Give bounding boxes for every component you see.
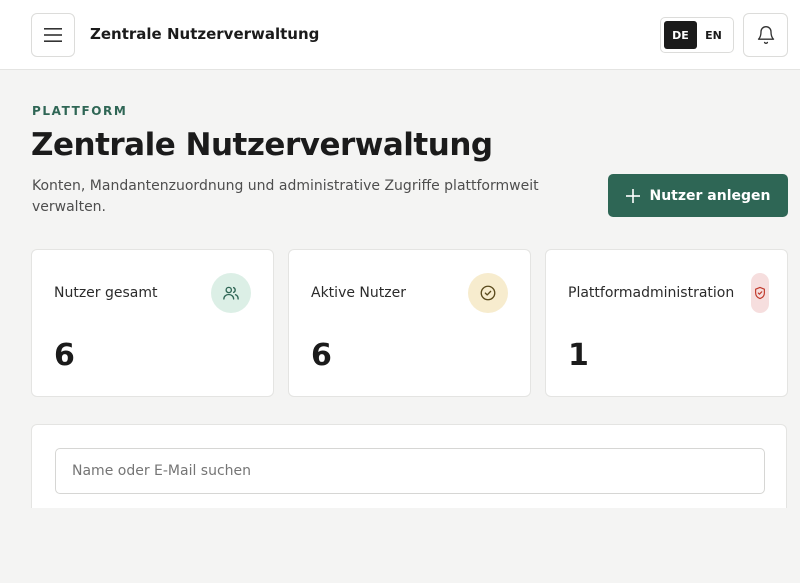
menu-button[interactable]	[31, 13, 75, 57]
user-search-input[interactable]	[55, 448, 765, 494]
stat-card-total-users: Nutzer gesamt 6	[31, 249, 274, 397]
stat-value: 6	[54, 338, 75, 373]
shield-icon	[755, 286, 765, 300]
users-icon	[223, 286, 239, 300]
stat-label: Plattformadministration	[568, 285, 735, 301]
stat-icon-badge	[211, 273, 251, 313]
app-title: Zentrale Nutzerverwaltung	[90, 25, 320, 43]
language-switcher: DE EN	[660, 17, 734, 53]
check-circle-icon	[480, 285, 496, 301]
add-user-button-label: Nutzer anlegen	[649, 187, 771, 204]
stat-card-active-users: Aktive Nutzer 6	[288, 249, 531, 397]
stat-label: Nutzer gesamt	[54, 285, 158, 301]
bell-icon	[757, 26, 774, 44]
plus-icon	[625, 188, 640, 203]
stat-value: 1	[568, 338, 589, 373]
page-title: Zentrale Nutzerverwaltung	[31, 127, 493, 163]
stat-icon-badge	[751, 273, 769, 313]
top-bar: Zentrale Nutzerverwaltung DE EN	[0, 0, 800, 70]
language-de-button[interactable]: DE	[664, 21, 697, 49]
notifications-button[interactable]	[743, 13, 788, 57]
section-eyebrow: PLATTFORM	[32, 104, 128, 118]
stat-value: 6	[311, 338, 332, 373]
language-en-button[interactable]: EN	[697, 21, 730, 49]
add-user-button[interactable]: Nutzer anlegen	[608, 174, 788, 217]
stat-label: Aktive Nutzer	[311, 285, 406, 301]
page-bottom-area	[0, 508, 800, 583]
stat-icon-badge	[468, 273, 508, 313]
page-description: Konten, Mandantenzuordnung und administr…	[32, 178, 539, 215]
hamburger-icon	[44, 28, 62, 42]
stat-card-platform-admins: Plattformadministration 1	[545, 249, 788, 397]
